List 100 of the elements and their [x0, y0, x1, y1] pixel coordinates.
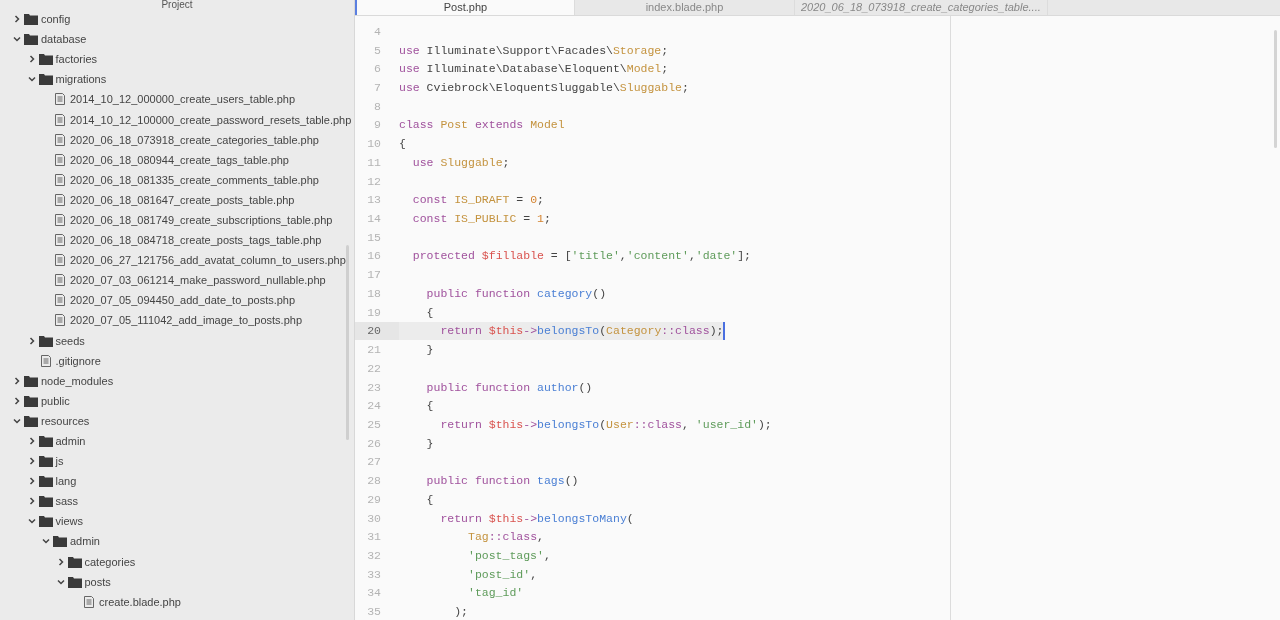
scrollbar-thumb[interactable] — [1274, 30, 1277, 148]
code-line: class Post extends Model — [399, 117, 565, 134]
line-number: 16 — [366, 248, 382, 265]
file-icon — [53, 93, 67, 106]
code-line: public function author() — [425, 379, 593, 396]
file-icon — [53, 274, 67, 287]
code-line: Tag::class, — [467, 529, 544, 546]
code-line: public function category() — [425, 285, 607, 302]
code-line: use Illuminate\Database\Eloquent\Model; — [399, 61, 669, 78]
code-line: 'post_id', — [467, 566, 538, 583]
line-number: 18 — [366, 285, 382, 302]
code-line: use Cviebrock\EloquentSluggable\Sluggable; — [399, 80, 689, 96]
folder-name[interactable]: public — [41, 394, 70, 407]
line-number: 27 — [366, 454, 382, 471]
folder-icon — [24, 394, 38, 407]
code-line: 'tag_id' — [467, 585, 524, 602]
folder-icon — [53, 535, 67, 548]
line-number: 26 — [366, 435, 382, 452]
line-number: 6 — [373, 61, 382, 78]
line-number: 5 — [373, 42, 382, 59]
line-number: 34 — [366, 585, 382, 602]
folder-name[interactable]: database — [41, 33, 87, 46]
file-name[interactable]: 2020_06_27_121756_add_avatat_column_to_users.php — [70, 254, 346, 267]
file-name[interactable]: 2020_06_18_081647_create_posts_table.php — [70, 193, 295, 206]
file-name[interactable]: 2014_10_12_100000_create_password_resets_table.php — [70, 113, 352, 126]
folder-icon — [24, 13, 38, 26]
file-name[interactable]: .gitignore — [55, 354, 101, 367]
file-icon — [53, 113, 67, 126]
line-number: 33 — [366, 566, 382, 583]
code-line: protected $fillable = ['title','content','date']; — [411, 248, 752, 265]
file-icon — [53, 314, 67, 327]
folder-icon — [38, 53, 53, 66]
line-number: 24 — [366, 398, 382, 415]
folder-name[interactable]: resources — [41, 414, 90, 427]
line-number: 14 — [366, 211, 382, 228]
code-line: return $this->belongsToMany( — [439, 510, 634, 527]
code-line: use Sluggable; — [411, 154, 510, 171]
folder-icon — [24, 33, 38, 46]
code-line: { — [425, 304, 434, 321]
line-number: 15 — [366, 229, 382, 246]
code-line: ); — [453, 604, 468, 620]
folder-icon — [38, 455, 53, 468]
file-name[interactable]: 2020_06_18_081335_create_comments_table.php — [70, 173, 319, 186]
folder-icon — [38, 73, 53, 86]
folder-name[interactable]: admin — [55, 435, 86, 447]
line-number: 19 — [366, 304, 382, 321]
folder-icon — [38, 495, 53, 508]
folder-name[interactable]: node_modules — [41, 374, 114, 387]
line-number: 28 — [366, 473, 382, 490]
line-number: 8 — [373, 98, 382, 115]
file-name[interactable]: create.blade.php — [99, 595, 181, 608]
line-number: 12 — [366, 173, 382, 190]
file-icon — [53, 173, 67, 186]
folder-icon — [38, 515, 53, 528]
line-number: 32 — [366, 548, 382, 564]
line-number: 20 — [355, 321, 399, 341]
editor-tab[interactable]: Post.php — [355, 0, 575, 15]
file-icon — [53, 254, 67, 267]
folder-icon — [67, 555, 82, 568]
file-icon — [53, 193, 67, 206]
folder-name[interactable]: factories — [55, 53, 98, 66]
folder-name[interactable]: seeds — [55, 334, 85, 347]
code-line: 'post_tags', — [467, 548, 551, 564]
file-name[interactable]: 2020_06_18_080944_create_tags_table.php — [70, 153, 289, 166]
line-number: 31 — [366, 529, 382, 546]
line-number: 4 — [373, 23, 382, 40]
folder-name[interactable]: js — [55, 455, 64, 468]
file-name[interactable]: 2020_06_18_081749_create_subscriptions_table.php — [70, 214, 333, 226]
folder-name[interactable]: lang — [55, 475, 77, 488]
code-line: { — [399, 136, 406, 153]
folder-name[interactable]: posts — [84, 575, 111, 588]
line-number: 29 — [366, 491, 382, 508]
line-number: 23 — [366, 379, 382, 396]
file-icon — [82, 595, 96, 608]
file-name[interactable]: 2020_06_18_073918_create_categories_table.php — [70, 133, 319, 146]
line-number: 10 — [366, 136, 382, 153]
line-number: 13 — [366, 192, 382, 209]
file-name[interactable]: 2014_10_12_000000_create_users_table.php — [70, 93, 296, 106]
code-line: const IS_PUBLIC = 1; — [411, 211, 551, 228]
folder-name[interactable]: views — [55, 515, 83, 528]
file-icon — [53, 234, 67, 247]
line-number: 7 — [373, 80, 382, 96]
line-number: 11 — [366, 154, 382, 171]
sidebar-title: Project — [160, 0, 194, 9]
folder-name[interactable]: config — [41, 13, 71, 26]
folder-icon — [38, 435, 53, 447]
folder-name[interactable]: migrations — [55, 73, 107, 86]
folder-icon — [24, 414, 38, 427]
folder-name[interactable]: categories — [84, 555, 136, 568]
folder-icon — [24, 374, 38, 387]
folder-name[interactable]: admin — [70, 535, 100, 548]
file-icon — [53, 153, 67, 166]
line-number: 22 — [366, 360, 382, 377]
file-name[interactable]: 2020_07_05_111042_add_image_to_posts.php — [70, 314, 303, 327]
file-name[interactable]: 2020_06_18_084718_create_posts_tags_table.php — [70, 234, 322, 247]
folder-name[interactable]: sass — [55, 495, 79, 508]
file-name[interactable]: 2020_07_05_094450_add_date_to_posts.php — [70, 294, 296, 307]
file-name[interactable]: 2020_07_03_061214_make_password_nullable.php — [70, 274, 326, 287]
line-number: 17 — [366, 267, 382, 284]
code-line: { — [425, 491, 434, 508]
